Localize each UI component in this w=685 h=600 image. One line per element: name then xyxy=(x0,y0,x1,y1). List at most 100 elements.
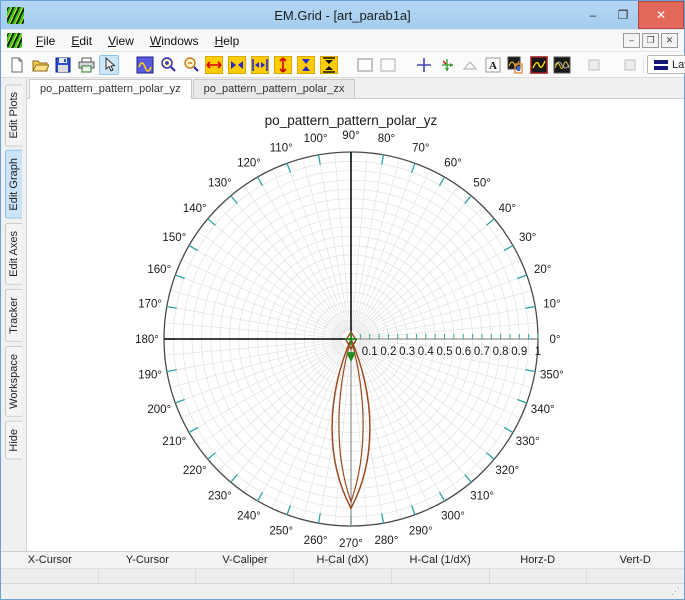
expand-x-icon[interactable] xyxy=(204,55,224,75)
sidebar-item-hide[interactable]: Hide xyxy=(5,420,22,460)
colormap-icon[interactable] xyxy=(506,55,526,75)
resize-grip[interactable]: ⋰ xyxy=(671,586,681,597)
svg-text:60°: 60° xyxy=(444,157,461,169)
measure-label-vert-d: Vert-D xyxy=(619,554,651,566)
frame2-icon[interactable] xyxy=(378,55,398,75)
layout-label: Layout xyxy=(672,58,685,71)
mdi-minimize-button[interactable]: – xyxy=(623,33,640,48)
select-cursor-icon[interactable] xyxy=(99,54,119,75)
title-bar: EM.Grid - [art_parab1a] – ❐ ✕ xyxy=(1,1,684,29)
svg-text:290°: 290° xyxy=(409,526,433,538)
measure-label-h-cal-1dx: H-Cal (1/dX) xyxy=(409,554,471,566)
layout-dropdown[interactable]: Layout ▾ xyxy=(647,55,685,74)
dark-plot-icon[interactable] xyxy=(529,55,549,75)
frame-icon[interactable] xyxy=(355,55,375,75)
svg-text:50°: 50° xyxy=(473,178,490,190)
pan-y-icon[interactable] xyxy=(296,55,316,75)
measure-value-v-caliper xyxy=(196,569,295,583)
svg-text:340°: 340° xyxy=(531,404,555,416)
h-align-group-icon xyxy=(624,55,644,75)
measure-label-x-cursor: X-Cursor xyxy=(27,554,72,566)
sidebar-item-workspace[interactable]: Workspace xyxy=(5,345,22,417)
autoscale-icon[interactable] xyxy=(135,55,155,75)
fit-y-icon[interactable] xyxy=(319,55,339,75)
tab-polar-zx[interactable]: po_pattern_pattern_polar_zx xyxy=(192,79,356,98)
svg-text:140°: 140° xyxy=(183,203,207,215)
svg-text:330°: 330° xyxy=(516,436,540,448)
sidebar-item-edit-plots[interactable]: Edit Plots xyxy=(5,84,22,147)
svg-text:0.2: 0.2 xyxy=(380,346,396,358)
axes-icon[interactable] xyxy=(437,55,457,75)
print-icon[interactable] xyxy=(76,55,96,75)
new-icon[interactable] xyxy=(7,55,27,75)
mdi-close-button[interactable]: ✕ xyxy=(661,33,678,48)
measurement-bar: X-Cursor Y-Cursor V-Caliper H-Cal (dX) H… xyxy=(1,551,685,583)
svg-text:180°: 180° xyxy=(135,334,159,346)
polar-chart: po_pattern_pattern_polar_yz 0.1 0.2 0.3 0.4… xyxy=(135,113,564,550)
crosshair-icon[interactable] xyxy=(414,55,434,75)
sidebar-item-tracker[interactable]: Tracker xyxy=(5,288,22,342)
measure-label-horz-d: Horz-D xyxy=(520,554,556,566)
plot-area[interactable]: po_pattern_pattern_polar_yz 0.1 0.2 0.3 0.4… xyxy=(27,99,684,551)
svg-text:280°: 280° xyxy=(375,535,399,547)
svg-text:90°: 90° xyxy=(342,130,359,142)
svg-text:0.7: 0.7 xyxy=(474,346,490,358)
svg-text:130°: 130° xyxy=(208,178,232,190)
measure-value-x-cursor xyxy=(1,569,99,583)
open-icon[interactable] xyxy=(30,55,50,75)
svg-text:190°: 190° xyxy=(138,369,162,381)
svg-text:220°: 220° xyxy=(183,465,207,477)
fit-x-icon[interactable] xyxy=(250,55,270,75)
svg-text:150°: 150° xyxy=(162,232,186,244)
chart-title: po_pattern_pattern_polar_yz xyxy=(265,113,438,128)
svg-text:0.5: 0.5 xyxy=(437,346,453,358)
sidebar: Edit Plots Edit Graph Edit Axes Tracker … xyxy=(1,78,27,551)
svg-text:210°: 210° xyxy=(162,436,186,448)
svg-text:1: 1 xyxy=(535,346,541,358)
dark-waves-icon[interactable] xyxy=(552,55,572,75)
menu-file[interactable]: File xyxy=(28,32,63,50)
menu-bar: File Edit View Windows Help – ❐ ✕ xyxy=(1,29,684,51)
toolbar: A Layout ▾ xyxy=(1,51,685,78)
svg-text:0.6: 0.6 xyxy=(455,346,471,358)
status-bar: ⋰ xyxy=(1,583,684,599)
svg-text:70°: 70° xyxy=(412,142,429,154)
measure-label-h-cal-dx: H-Cal (dX) xyxy=(316,554,369,566)
zoom-in-icon[interactable] xyxy=(158,55,178,75)
svg-text:300°: 300° xyxy=(441,511,465,523)
measure-value-h-cal-1dx xyxy=(391,569,490,583)
svg-text:A: A xyxy=(489,60,497,72)
measure-value-y-cursor xyxy=(98,569,197,583)
pan-x-icon[interactable] xyxy=(227,55,247,75)
menu-edit[interactable]: Edit xyxy=(63,32,100,50)
zoom-out-icon[interactable] xyxy=(181,55,201,75)
svg-text:170°: 170° xyxy=(138,299,162,311)
svg-text:0.4: 0.4 xyxy=(418,346,435,358)
document-logo-icon xyxy=(7,33,22,48)
measure-label-y-cursor: Y-Cursor xyxy=(125,554,169,566)
tab-polar-yz[interactable]: po_pattern_pattern_polar_yz xyxy=(29,79,192,99)
menu-windows[interactable]: Windows xyxy=(142,32,207,50)
menu-help[interactable]: Help xyxy=(207,32,248,50)
sidebar-item-edit-axes[interactable]: Edit Axes xyxy=(5,223,22,285)
save-icon[interactable] xyxy=(53,55,73,75)
measure-value-horz-d xyxy=(489,569,588,583)
svg-text:200°: 200° xyxy=(147,404,171,416)
svg-text:350°: 350° xyxy=(540,369,564,381)
measure-value-h-cal-dx xyxy=(294,569,392,583)
svg-text:0.1: 0.1 xyxy=(362,346,378,358)
svg-text:100°: 100° xyxy=(304,133,328,145)
expand-y-icon[interactable] xyxy=(273,55,293,75)
svg-text:0.3: 0.3 xyxy=(399,346,415,358)
svg-text:270°: 270° xyxy=(339,538,363,550)
svg-text:160°: 160° xyxy=(147,264,171,276)
svg-text:260°: 260° xyxy=(304,535,328,547)
svg-text:0.8: 0.8 xyxy=(493,346,509,358)
menu-view[interactable]: View xyxy=(100,32,142,50)
mdi-restore-button[interactable]: ❐ xyxy=(642,33,659,48)
measure-label-v-caliper: V-Caliper xyxy=(222,554,268,566)
measure-value-vert-d xyxy=(587,569,685,583)
sidebar-item-edit-graph[interactable]: Edit Graph xyxy=(5,150,22,220)
slope-icon[interactable] xyxy=(460,55,480,75)
text-annotation-icon[interactable]: A xyxy=(483,55,503,75)
